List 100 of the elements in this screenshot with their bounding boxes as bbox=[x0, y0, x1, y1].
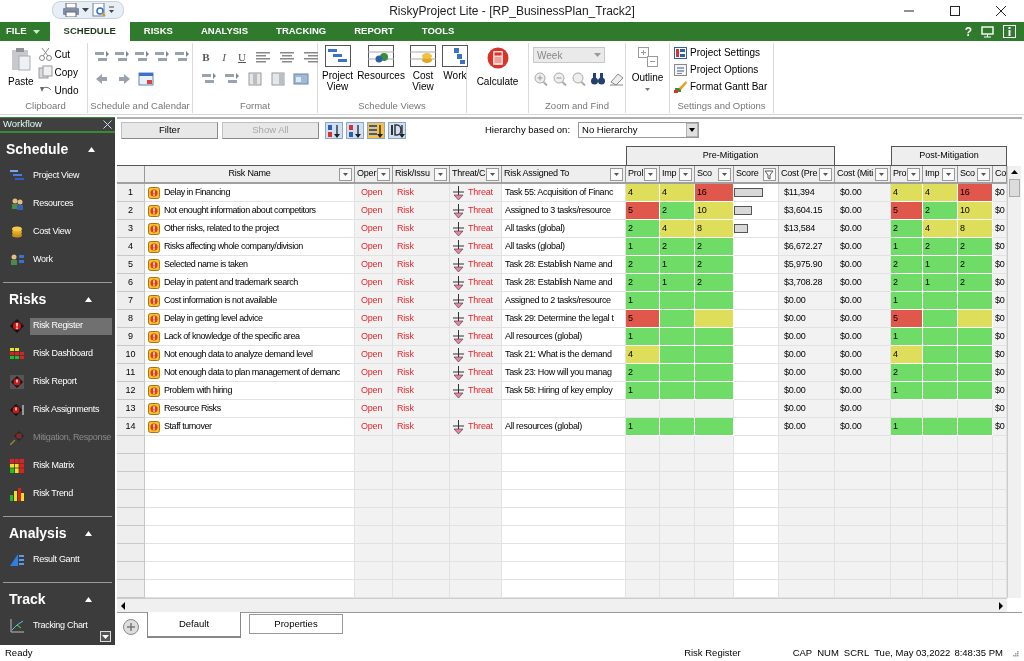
sort-descending-icon[interactable] bbox=[346, 121, 364, 139]
format-button[interactable]: I bbox=[219, 50, 229, 64]
close-icon[interactable] bbox=[103, 120, 112, 129]
view-button[interactable]: Cost View bbox=[408, 45, 437, 92]
outline-button[interactable]: Outline bbox=[630, 45, 665, 91]
collapse-icon[interactable] bbox=[88, 147, 95, 152]
collapse-icon[interactable] bbox=[85, 597, 92, 602]
options-list-icon bbox=[674, 63, 687, 76]
dropdown-icon[interactable] bbox=[907, 168, 920, 181]
bar-arrow-icon[interactable] bbox=[114, 50, 130, 64]
format-button[interactable]: B bbox=[201, 50, 211, 64]
dropdown-icon[interactable] bbox=[644, 168, 657, 181]
caret-icon[interactable] bbox=[109, 6, 114, 14]
resize-grip-icon[interactable] bbox=[1011, 649, 1019, 657]
table-cell: $0 bbox=[993, 346, 1007, 364]
dropdown-icon[interactable] bbox=[434, 168, 447, 181]
caret-icon[interactable] bbox=[82, 8, 89, 12]
dropdown-icon[interactable] bbox=[942, 168, 955, 181]
toolbar-button[interactable]: Filter bbox=[121, 121, 218, 139]
workflow-item[interactable]: Risk Trend bbox=[30, 485, 75, 503]
view-button[interactable]: Resources bbox=[357, 45, 405, 81]
workflow-item[interactable]: Project View bbox=[30, 167, 82, 185]
info-icon[interactable] bbox=[1003, 25, 1016, 38]
calculate-button[interactable]: Calculate bbox=[471, 45, 524, 89]
sort-ascending-icon[interactable] bbox=[325, 121, 343, 139]
dropdown-icon[interactable] bbox=[875, 168, 888, 181]
bar-arrow-icon[interactable] bbox=[134, 50, 150, 64]
align-right-icon[interactable] bbox=[303, 50, 319, 64]
align-left-icon[interactable] bbox=[255, 50, 271, 64]
workflow-item[interactable]: Result Gantt bbox=[30, 551, 82, 569]
print-preview-icon[interactable] bbox=[92, 3, 106, 17]
settings-button[interactable]: Project Options bbox=[674, 62, 768, 77]
right-arrow-icon[interactable] bbox=[116, 72, 132, 86]
table-cell: $0.00 bbox=[835, 328, 891, 346]
workflow-item[interactable]: Risk Assignments bbox=[30, 401, 102, 419]
sort-id-icon[interactable] bbox=[388, 121, 406, 139]
align-center-icon[interactable] bbox=[279, 50, 295, 64]
dropdown-icon[interactable] bbox=[977, 168, 990, 181]
binoculars-icon[interactable] bbox=[590, 72, 606, 86]
workflow-item[interactable]: Risk Report bbox=[30, 373, 79, 391]
table-cell bbox=[355, 472, 393, 490]
file-menu[interactable]: FILE bbox=[2, 22, 44, 41]
menu-tab[interactable]: ANALYSIS bbox=[186, 22, 263, 41]
bar-arrow-icon[interactable] bbox=[174, 50, 190, 64]
collapse-icon[interactable] bbox=[85, 531, 92, 536]
workflow-item[interactable]: Risk Matrix bbox=[30, 457, 77, 475]
workflow-item[interactable]: Tracking Chart bbox=[30, 617, 90, 635]
table-cell: Risk bbox=[393, 400, 450, 418]
paste-button[interactable]: Paste bbox=[8, 45, 34, 89]
sheet-tab[interactable]: Default bbox=[147, 612, 241, 638]
settings-button[interactable]: Format Gantt Bar bbox=[674, 79, 768, 94]
workflow-item[interactable]: Risk Dashboard bbox=[30, 345, 95, 363]
dropdown-icon[interactable] bbox=[610, 168, 623, 181]
calendar-icon[interactable] bbox=[138, 72, 154, 86]
bar-arrow-icon[interactable] bbox=[201, 72, 217, 86]
hierarchy-dropdown[interactable]: No Hierarchy bbox=[578, 122, 700, 138]
view-button[interactable]: Project View bbox=[322, 45, 354, 92]
scroll-thumb[interactable] bbox=[1009, 179, 1020, 197]
vertical-scrollbar[interactable] bbox=[1007, 166, 1021, 598]
menu-tab[interactable]: TRACKING bbox=[262, 22, 341, 41]
table-cell bbox=[734, 454, 779, 472]
dropdown-icon[interactable] bbox=[718, 168, 731, 181]
dropdown-icon[interactable] bbox=[377, 168, 390, 181]
workflow-item[interactable]: Resources bbox=[30, 195, 76, 213]
dropdown-icon[interactable] bbox=[486, 168, 499, 181]
help-button[interactable]: ? bbox=[964, 25, 972, 38]
menu-tab[interactable]: RISKS bbox=[129, 22, 187, 41]
monitor-icon[interactable] bbox=[981, 25, 994, 38]
ribbon-button[interactable]: Copy bbox=[37, 64, 79, 80]
bar-arrow-icon[interactable] bbox=[154, 50, 170, 64]
workflow-item[interactable]: Risk Register bbox=[30, 317, 112, 335]
sort-bars-icon[interactable] bbox=[367, 121, 385, 139]
left-arrow-icon[interactable] bbox=[94, 72, 110, 86]
printer-icon[interactable] bbox=[63, 3, 79, 17]
filter-icon[interactable] bbox=[763, 168, 776, 181]
image-icon[interactable] bbox=[293, 72, 309, 86]
ribbon-button[interactable]: Cut bbox=[37, 46, 79, 62]
settings-button[interactable]: Project Settings bbox=[674, 45, 768, 60]
workflow-item[interactable]: Cost View bbox=[30, 223, 73, 241]
bar-arrow-icon[interactable] bbox=[224, 72, 240, 86]
row-number: 3 bbox=[117, 220, 145, 238]
dropdown-icon[interactable] bbox=[339, 168, 352, 181]
add-tab-icon[interactable] bbox=[123, 619, 139, 635]
section-title: Track bbox=[9, 590, 46, 609]
ribbon-button[interactable]: Undo bbox=[37, 82, 79, 98]
view-button[interactable]: Work bbox=[440, 45, 469, 81]
menu-tab[interactable]: TOOLS bbox=[407, 22, 469, 41]
warning-diamond-icon bbox=[10, 431, 24, 445]
dropdown-icon[interactable] bbox=[679, 168, 692, 181]
table-cell: Risk bbox=[393, 364, 450, 382]
collapse-icon[interactable] bbox=[85, 297, 92, 302]
format-button[interactable]: U bbox=[237, 50, 247, 64]
menu-tab[interactable]: REPORT bbox=[340, 22, 408, 41]
menu-tab[interactable]: SCHEDULE bbox=[49, 22, 130, 41]
risk-level-cell: 1 bbox=[923, 274, 958, 292]
dropdown-icon[interactable] bbox=[819, 168, 832, 181]
sheet-tab[interactable]: Properties bbox=[249, 614, 343, 634]
workflow-item[interactable]: Work bbox=[30, 251, 55, 269]
horizontal-scrollbar[interactable] bbox=[117, 598, 1007, 612]
bar-arrow-icon[interactable] bbox=[94, 50, 110, 64]
